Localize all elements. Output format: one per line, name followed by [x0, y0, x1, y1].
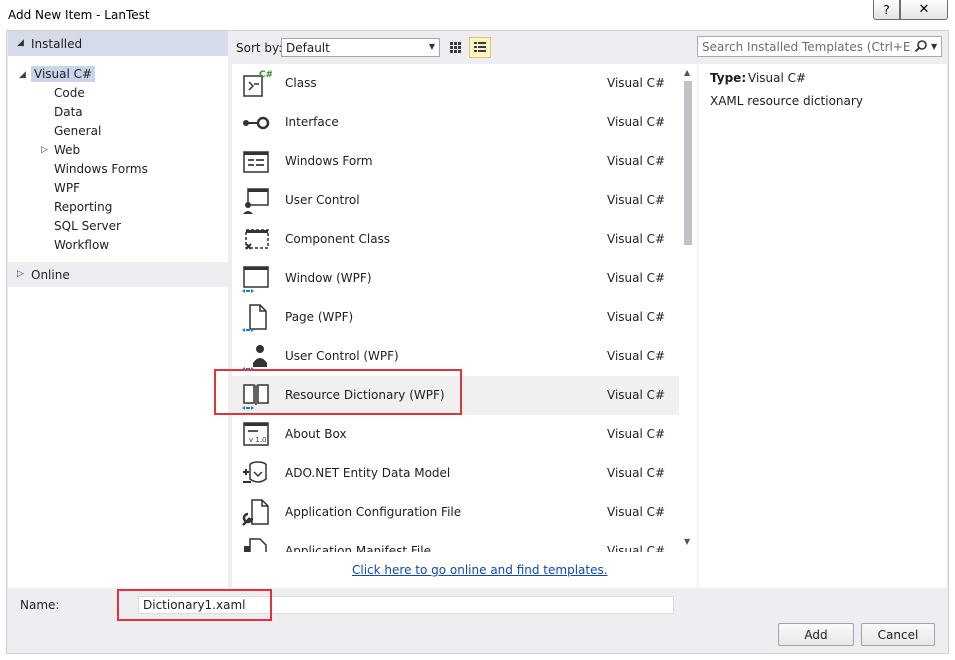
- template-name: Windows Form: [285, 154, 373, 168]
- highlight-box-resource-dictionary: [214, 369, 462, 415]
- template-name: Application Manifest File: [285, 544, 431, 552]
- template-row-component-class[interactable]: Component Class Visual C#: [232, 220, 679, 259]
- close-button[interactable]: ✕: [900, 0, 948, 20]
- expand-arrow-icon[interactable]: ▷: [41, 145, 48, 155]
- window-title: Add New Item - LanTest: [8, 8, 150, 22]
- tree-item-windows-forms[interactable]: Windows Forms: [54, 162, 148, 176]
- template-language: Visual C#: [607, 232, 666, 246]
- scroll-up-arrow-icon[interactable]: ▲: [684, 68, 690, 77]
- template-name: ADO.NET Entity Data Model: [285, 466, 451, 480]
- template-name: Page (WPF): [285, 310, 354, 324]
- template-row-class[interactable]: C# Class Visual C#: [232, 64, 679, 103]
- online-label: Online: [31, 268, 70, 282]
- windows-form-icon: [243, 151, 269, 173]
- template-list-scrollbar[interactable]: ▲ ▼: [679, 64, 697, 552]
- template-row-page-wpf[interactable]: Page (WPF) Visual C#: [232, 298, 679, 337]
- search-icon[interactable]: [914, 39, 928, 53]
- template-language: Visual C#: [607, 154, 666, 168]
- tree-item-workflow[interactable]: Workflow: [54, 238, 109, 252]
- list-view-icon: [474, 42, 486, 52]
- cancel-button[interactable]: Cancel: [861, 623, 935, 646]
- help-button[interactable]: ?: [873, 0, 900, 20]
- tree-item-reporting[interactable]: Reporting: [54, 200, 112, 214]
- type-value: Visual C#: [748, 71, 807, 85]
- template-row-application-configuration-file[interactable]: Application Configuration File Visual C#: [232, 493, 679, 532]
- template-language: Visual C#: [607, 388, 666, 402]
- find-templates-online-link[interactable]: Click here to go online and find templat…: [352, 563, 608, 577]
- template-name: Class: [285, 76, 317, 90]
- name-label: Name:: [20, 598, 60, 612]
- template-language: Visual C#: [607, 193, 666, 207]
- template-language: Visual C#: [607, 76, 666, 90]
- about-box-icon: v 1.0: [243, 422, 269, 446]
- scrollbar-thumb[interactable]: [684, 81, 692, 245]
- search-input[interactable]: [698, 37, 916, 56]
- template-list: C# Class Visual C# Interface Visual C# W…: [232, 64, 679, 552]
- installed-label: Installed: [31, 37, 83, 51]
- template-language: Visual C#: [607, 427, 666, 441]
- tree-item-label: Visual C#: [31, 66, 96, 82]
- template-row-ado-net-entity-data-model[interactable]: ADO.NET Entity Data Model Visual C#: [232, 454, 679, 493]
- template-name: Window (WPF): [285, 271, 372, 285]
- expand-arrow-icon[interactable]: ▷: [17, 269, 24, 279]
- tree-item-visual-csharp[interactable]: Visual C#: [31, 66, 96, 82]
- tree-item-web[interactable]: Web: [54, 143, 80, 157]
- tree-item-general[interactable]: General: [54, 124, 101, 138]
- template-description: XAML resource dictionary: [710, 94, 863, 108]
- config-file-icon: [242, 499, 269, 526]
- template-language: Visual C#: [607, 271, 666, 285]
- template-name: Component Class: [285, 232, 391, 246]
- svg-text:C#: C#: [259, 70, 272, 80]
- manifest-file-icon: [244, 538, 267, 552]
- entity-data-model-icon: [243, 461, 267, 483]
- sort-by-label: Sort by:: [236, 41, 283, 55]
- search-options-arrow-icon[interactable]: ▼: [931, 42, 937, 51]
- details-pane: [698, 64, 947, 588]
- template-row-window-wpf[interactable]: Window (WPF) Visual C#: [232, 259, 679, 298]
- template-name: User Control (WPF): [285, 349, 399, 363]
- template-row-application-manifest-file[interactable]: Application Manifest File Visual C#: [232, 532, 679, 552]
- tree-item-code[interactable]: Code: [54, 86, 85, 100]
- wpf-window-icon: [242, 266, 269, 293]
- dropdown-arrow-icon: ▼: [428, 42, 435, 51]
- template-row-windows-form[interactable]: Windows Form Visual C#: [232, 142, 679, 181]
- category-tree: [8, 31, 228, 588]
- template-language: Visual C#: [607, 310, 666, 324]
- tree-item-data[interactable]: Data: [54, 105, 83, 119]
- collapse-arrow-icon[interactable]: ◢: [17, 38, 24, 48]
- medium-icons-view-button[interactable]: [444, 37, 466, 58]
- template-name: Application Configuration File: [285, 505, 462, 519]
- highlight-box-name-field: [117, 589, 272, 621]
- wpf-page-icon: [242, 304, 267, 332]
- component-class-icon: [245, 229, 269, 250]
- template-language: Visual C#: [607, 505, 666, 519]
- sort-select[interactable]: Default ▼: [281, 38, 440, 57]
- user-control-icon: [243, 188, 269, 214]
- template-row-interface[interactable]: Interface Visual C#: [232, 103, 679, 142]
- list-view-button[interactable]: [469, 37, 491, 58]
- online-section-header[interactable]: ▷ Online: [8, 262, 228, 287]
- installed-section-header[interactable]: ◢ Installed: [8, 31, 228, 56]
- sort-select-value: Default: [286, 41, 330, 55]
- collapse-arrow-icon[interactable]: ◢: [19, 70, 26, 80]
- svg-text:v 1.0: v 1.0: [249, 436, 267, 444]
- add-button[interactable]: Add: [778, 623, 854, 646]
- template-row-user-control[interactable]: User Control Visual C#: [232, 181, 679, 220]
- scroll-down-arrow-icon[interactable]: ▼: [684, 537, 690, 546]
- class-icon: C#: [243, 70, 272, 97]
- template-language: Visual C#: [607, 115, 666, 129]
- template-name: User Control: [285, 193, 360, 207]
- tree-item-sql-server[interactable]: SQL Server: [54, 219, 121, 233]
- template-language: Visual C#: [607, 544, 666, 552]
- search-templates-box[interactable]: ▼: [697, 36, 942, 57]
- type-label: Type:: [710, 71, 747, 85]
- template-name: About Box: [285, 427, 347, 441]
- template-row-about-box[interactable]: v 1.0 About Box Visual C#: [232, 415, 679, 454]
- template-name: Interface: [285, 115, 339, 129]
- tree-item-wpf[interactable]: WPF: [54, 181, 80, 195]
- interface-icon: [243, 116, 270, 130]
- grid-view-icon: [450, 42, 461, 53]
- template-language: Visual C#: [607, 466, 666, 480]
- template-language: Visual C#: [607, 349, 666, 363]
